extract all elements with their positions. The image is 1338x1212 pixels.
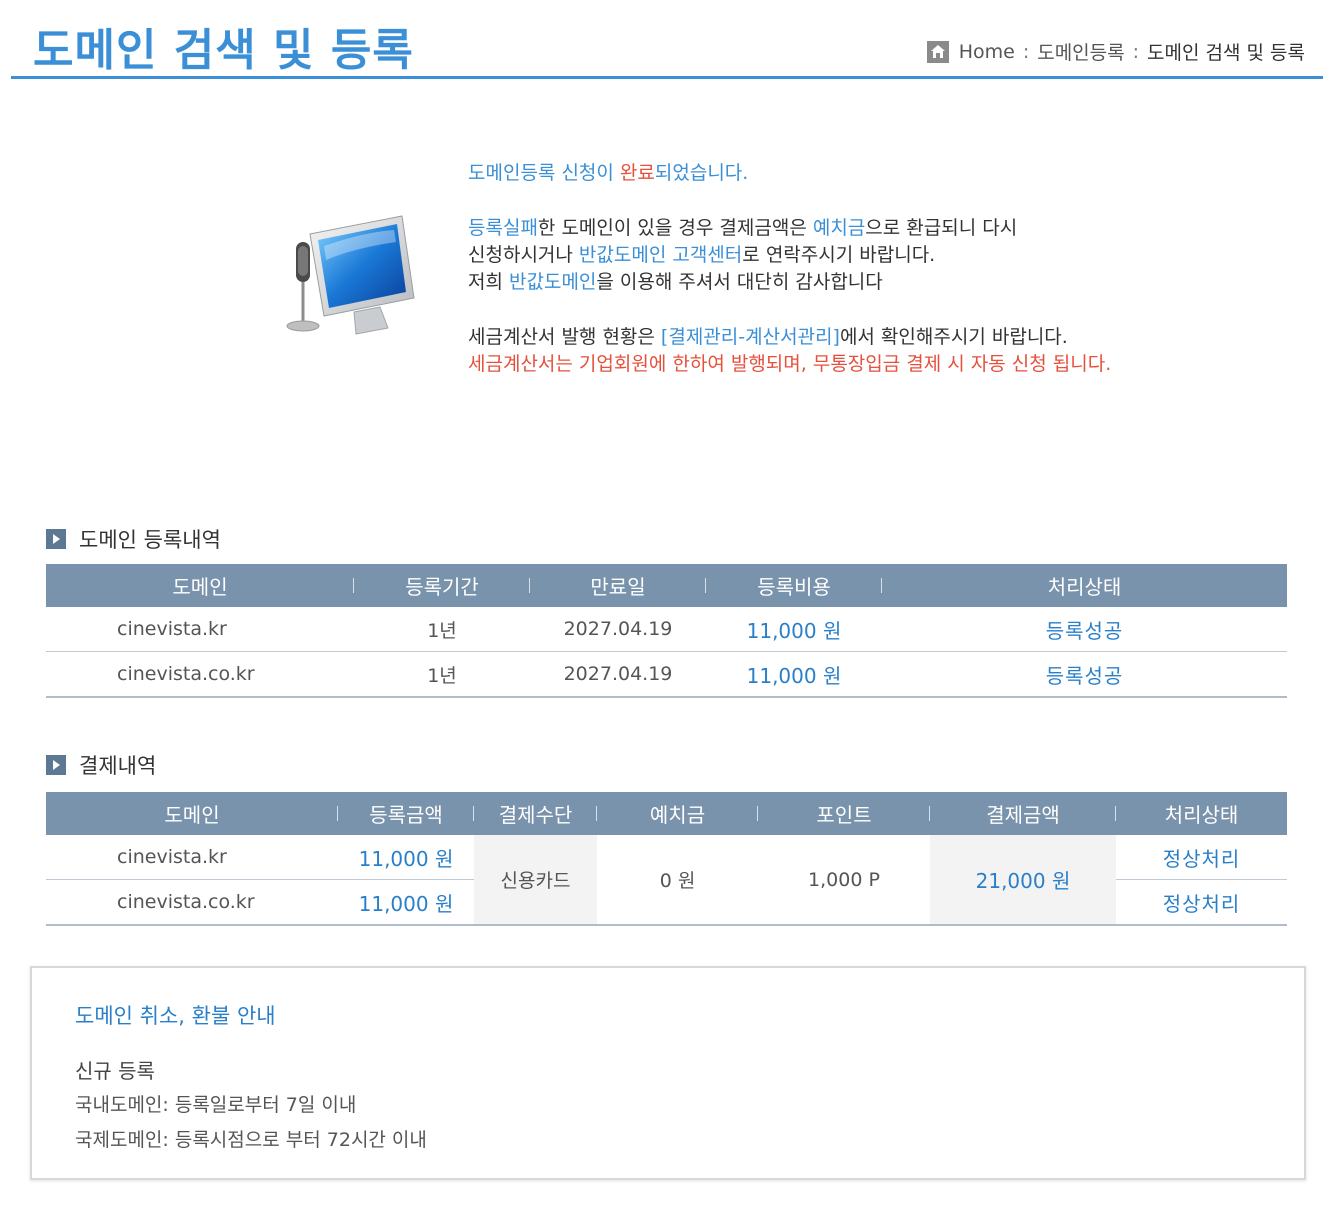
header-domain: 도메인 — [46, 792, 338, 835]
status-cell: 정상처리 — [1116, 879, 1287, 926]
breadcrumb: Home : 도메인등록 : 도메인 검색 및 등록 — [926, 38, 1305, 65]
total-amount-cell: 21,000 원 — [930, 835, 1116, 926]
table-header-row: 도메인 등록금액 결제수단 예치금 포인트 결제금액 처리상태 — [46, 792, 1287, 835]
guide-domestic-line: 국내도메인: 등록일로부터 7일 이내 — [75, 1094, 357, 1116]
breadcrumb-separator: : — [1132, 40, 1140, 63]
monitor-microphone-illustration — [286, 215, 415, 335]
header-amount: 등록금액 — [338, 792, 474, 835]
header-domain: 도메인 — [46, 564, 354, 607]
header-deposit: 예치금 — [597, 792, 758, 835]
domain-cell: cinevista.co.kr — [46, 879, 338, 926]
guide-title: 도메인 취소, 환불 안내 — [75, 1004, 276, 1028]
customer-center-link[interactable]: 반값도메인 고객센터 — [579, 244, 742, 266]
bullet-arrow-icon — [46, 529, 66, 549]
domain-cell: cinevista.kr — [46, 835, 338, 880]
notice-highlight: 완료 — [619, 162, 655, 184]
expiry-cell: 2027.04.19 — [530, 651, 706, 698]
notice-contact-line: 신청하시거나 반값도메인 고객센터로 연락주시기 바랍니다. — [468, 242, 1111, 269]
table-row: cinevista.kr 11,000 원 신용카드 0 원 1,000 P 2… — [46, 835, 1287, 926]
notice-text: 도메인등록 신청이 — [468, 162, 620, 184]
payment-section-title: 결제내역 — [46, 750, 156, 780]
bullet-arrow-icon — [46, 755, 66, 775]
registration-table: 도메인 등록기간 만료일 등록비용 처리상태 cinevista.kr 1년 2… — [46, 564, 1287, 698]
notice-invoice-line: 세금계산서 발행 현황은 [결제관리-계산서관리]에서 확인해주시기 바랍니다. — [468, 324, 1111, 351]
home-icon[interactable] — [926, 40, 949, 63]
notice-text: 으로 환급되니 다시 — [865, 217, 1018, 239]
registration-title-text: 도메인 등록내역 — [79, 528, 221, 552]
amount-cell: 11,000 원 — [338, 879, 474, 926]
breadcrumb-current: 도메인 검색 및 등록 — [1147, 42, 1305, 64]
notice-text: 로 연락주시기 바랍니다. — [742, 244, 936, 266]
payment-method-cell: 신용카드 — [474, 835, 597, 926]
notice-highlight: 반값도메인 — [509, 271, 597, 293]
table-header-row: 도메인 등록기간 만료일 등록비용 처리상태 — [46, 564, 1287, 607]
breadcrumb-domain-registration[interactable]: 도메인등록 — [1037, 38, 1124, 65]
notice-text: 한 도메인이 있을 경우 결제금액은 — [537, 217, 813, 239]
payment-title-text: 결제내역 — [79, 754, 157, 778]
period-cell: 1년 — [354, 651, 530, 698]
notice-text: 에서 확인해주시기 바랍니다. — [839, 326, 1068, 348]
table-row: cinevista.kr 1년 2027.04.19 11,000 원 등록성공 — [46, 607, 1287, 652]
invoice-management-link[interactable]: [결제관리-계산서관리] — [661, 326, 840, 348]
header-period: 등록기간 — [354, 564, 530, 607]
page-header: 도메인 검색 및 등록 Home : 도메인등록 : 도메인 검색 및 등록 — [11, 0, 1323, 79]
expiry-cell: 2027.04.19 — [530, 607, 706, 652]
notice-refund-line: 등록실패한 도메인이 있을 경우 결제금액은 예치금으로 환급되니 다시 — [468, 215, 1111, 242]
notice-invoice-warning: 세금계산서는 기업회원에 한하여 발행되며, 무통장입금 결제 시 자동 신청 … — [468, 353, 1112, 375]
notice-highlight: 예치금 — [812, 217, 866, 239]
header-status: 처리상태 — [882, 564, 1287, 607]
notice-text: 신청하시거나 — [468, 244, 579, 266]
payment-table: 도메인 등록금액 결제수단 예치금 포인트 결제금액 처리상태 cinevist… — [46, 792, 1287, 926]
header-total: 결제금액 — [930, 792, 1116, 835]
guide-subtitle: 신규 등록 — [75, 1059, 155, 1083]
point-cell: 1,000 P — [758, 835, 930, 926]
domain-cell: cinevista.co.kr — [46, 651, 354, 698]
guide-international-line: 국제도메인: 등록시점으로 부터 72시간 이내 — [75, 1129, 427, 1151]
header-status: 처리상태 — [1116, 792, 1287, 835]
completion-notice: 도메인등록 신청이 완료되었습니다. 등록실패한 도메인이 있을 경우 결제금액… — [468, 160, 1111, 378]
refund-guide-box: 도메인 취소, 환불 안내 신규 등록 국내도메인: 등록일로부터 7일 이내 … — [30, 966, 1306, 1180]
header-method: 결제수단 — [474, 792, 597, 835]
notice-completed-line: 도메인등록 신청이 완료되었습니다. — [468, 160, 1111, 187]
notice-highlight: 등록실패 — [468, 217, 538, 239]
notice-text: 을 이용해 주셔서 대단히 감사합니다 — [596, 271, 883, 293]
notice-text: 저희 — [468, 271, 509, 293]
amount-cell: 11,000 원 — [338, 835, 474, 880]
header-cost: 등록비용 — [706, 564, 882, 607]
notice-text: 세금계산서 발행 현황은 — [468, 326, 661, 348]
page-title: 도메인 검색 및 등록 — [33, 25, 414, 76]
deposit-cell: 0 원 — [597, 835, 758, 926]
notice-thanks-line: 저희 반값도메인을 이용해 주셔서 대단히 감사합니다 — [468, 269, 1111, 296]
breadcrumb-separator: : — [1022, 40, 1030, 63]
breadcrumb-home[interactable]: Home — [959, 41, 1015, 63]
cost-cell: 11,000 원 — [706, 607, 882, 652]
table-row: cinevista.co.kr 1년 2027.04.19 11,000 원 등… — [46, 651, 1287, 698]
status-cell: 정상처리 — [1116, 835, 1287, 880]
domain-cell: cinevista.kr — [46, 607, 354, 652]
period-cell: 1년 — [354, 607, 530, 652]
header-point: 포인트 — [758, 792, 930, 835]
header-expiry: 만료일 — [530, 564, 706, 607]
registration-section-title: 도메인 등록내역 — [46, 524, 221, 554]
notice-text: 되었습니다. — [654, 162, 749, 184]
status-cell: 등록성공 — [882, 607, 1287, 652]
cost-cell: 11,000 원 — [706, 651, 882, 698]
status-cell: 등록성공 — [882, 651, 1287, 698]
